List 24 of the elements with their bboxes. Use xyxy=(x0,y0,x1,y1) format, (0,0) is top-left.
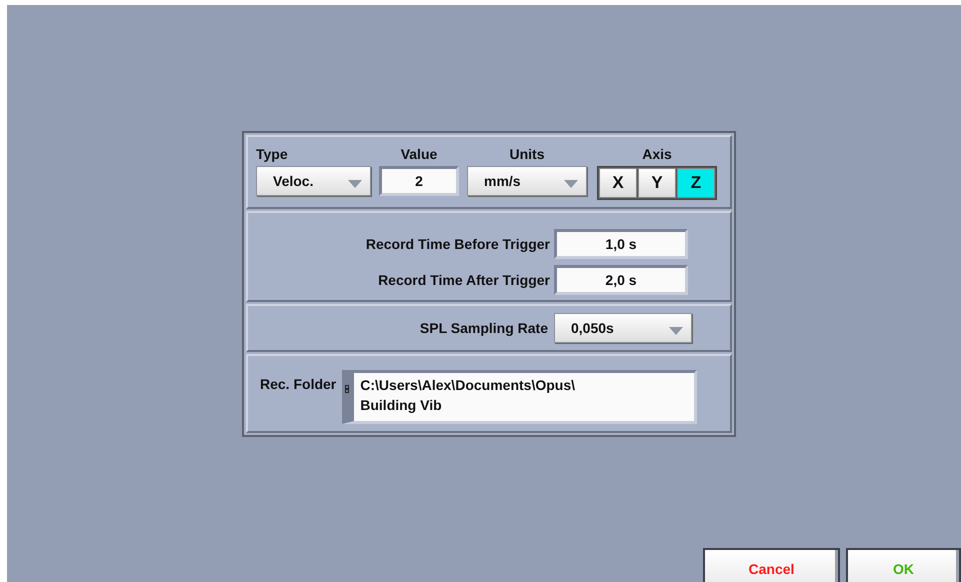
record-time-field[interactable]: 1,0 s xyxy=(554,229,688,259)
value-label: Value xyxy=(400,146,438,162)
dropdown-arrow-icon xyxy=(669,327,683,335)
dropdown-arrow-icon xyxy=(348,180,362,188)
record-time-field[interactable]: 2,0 s xyxy=(554,265,688,295)
sampling-rate-dropdown[interactable]: 0,050s xyxy=(554,313,692,343)
link-icon xyxy=(345,385,350,393)
type-dropdown[interactable]: Veloc. xyxy=(256,166,371,196)
folder-path: C:\Users\Alex\Documents\Opus\Building Vib xyxy=(360,377,575,413)
axis-toggle[interactable]: Z xyxy=(677,168,715,198)
folder-path-field[interactable]: C:\Users\Alex\Documents\Opus\Building Vib xyxy=(342,370,698,424)
sampling-rate-label: SPL Sampling Rate xyxy=(420,320,548,336)
axis-toggle[interactable]: Y xyxy=(638,168,676,198)
axis-toggle[interactable]: X xyxy=(599,168,637,198)
folder-label: Rec. Folder xyxy=(260,376,336,392)
axis-label: Axis xyxy=(642,146,672,162)
record-time-label: Record Time Before Trigger xyxy=(366,236,550,252)
type-label: Type xyxy=(256,146,288,162)
dropdown-arrow-icon xyxy=(564,180,578,188)
record-time-label: Record Time After Trigger xyxy=(378,272,550,288)
cancel-button[interactable]: Cancel xyxy=(703,548,840,582)
value-field[interactable]: 2 xyxy=(379,166,459,196)
units-label: Units xyxy=(510,146,544,162)
units-dropdown[interactable]: mm/s xyxy=(467,166,587,196)
